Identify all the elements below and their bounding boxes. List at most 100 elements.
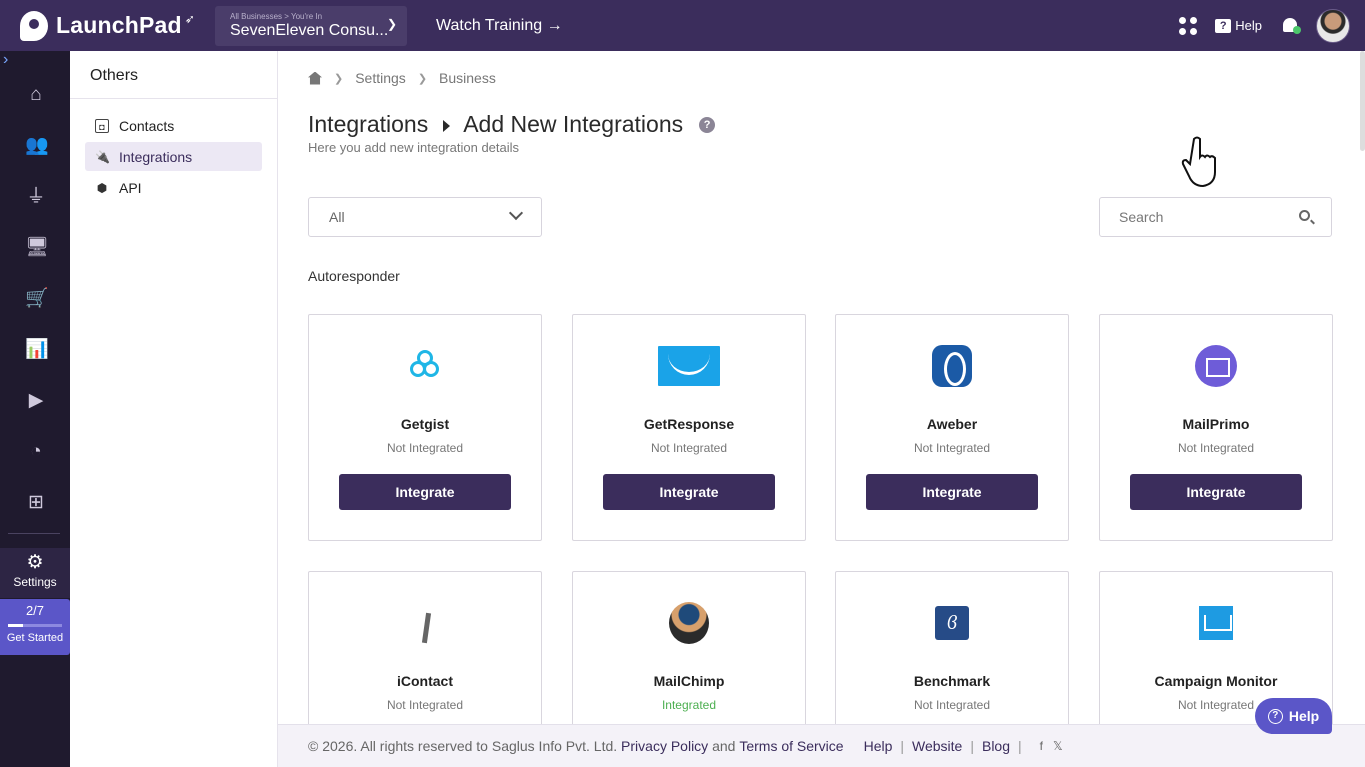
settings-subnav: Others ◘ Contacts 🔌 Integrations ⬢ API — [70, 51, 278, 767]
apps-grid-icon[interactable] — [1179, 16, 1198, 35]
business-switcher[interactable]: All Businesses > You're In SevenEleven C… — [215, 5, 407, 46]
card-name: MailChimp — [653, 673, 725, 689]
getresponse-logo-icon — [657, 345, 721, 387]
contacts-icon[interactable]: 👥 — [25, 135, 49, 157]
help-button[interactable]: ? Help — [1215, 18, 1262, 33]
benchmark-logo-icon: ϐ — [920, 602, 984, 644]
expand-nav-icon[interactable]: › — [3, 51, 8, 69]
plug-icon: 🔌 — [95, 149, 110, 164]
facebook-icon[interactable]: f — [1040, 739, 1043, 753]
get-started-widget[interactable]: 2/7 Get Started — [0, 599, 70, 655]
footer-separator: | — [970, 738, 974, 754]
terms-link[interactable]: Terms of Service — [739, 738, 843, 754]
page-subtitle: Here you add new integration details — [308, 140, 520, 155]
get-started-progress — [8, 624, 62, 627]
footer-help-link[interactable]: Help — [864, 738, 893, 754]
question-icon[interactable]: ? — [699, 116, 716, 133]
integration-card-benchmark: ϐ Benchmark Not Integrated — [835, 571, 1069, 724]
card-name: Benchmark — [913, 673, 991, 689]
card-name: GetResponse — [643, 416, 735, 432]
integrate-button[interactable]: Integrate — [339, 474, 511, 510]
hand-cursor-icon — [1181, 136, 1216, 187]
analytics-icon[interactable]: 📊 — [25, 339, 49, 361]
top-bar: LaunchPad ➶ All Businesses > You're In S… — [0, 0, 1365, 51]
card-status: Not Integrated — [913, 441, 991, 455]
home-icon[interactable] — [308, 71, 322, 85]
aweber-logo-icon — [920, 345, 984, 387]
integrate-button[interactable]: Integrate — [866, 474, 1038, 510]
filter-value: All — [329, 209, 345, 225]
rocket-icon: ➶ — [184, 11, 195, 26]
category-filter-select[interactable]: All — [308, 197, 542, 237]
integrate-button[interactable]: Integrate — [1130, 474, 1302, 510]
get-started-count: 2/7 — [25, 603, 45, 618]
brand-name: LaunchPad — [56, 12, 182, 38]
chevron-down-icon — [508, 205, 524, 221]
subnav-title: Others — [70, 51, 277, 99]
watch-training-link[interactable]: Watch Training → — [436, 17, 563, 35]
footer: © 2026. All rights reserved to Saglus In… — [278, 724, 1365, 767]
card-status: Integrated — [661, 698, 717, 712]
card-status: Not Integrated — [386, 698, 464, 712]
breadcrumb-separator: ❯ — [334, 72, 344, 85]
add-app-icon[interactable]: ⊞ — [25, 492, 47, 514]
card-name: Campaign Monitor — [1154, 673, 1278, 689]
card-status: Not Integrated — [650, 441, 728, 455]
footer-blog-link[interactable]: Blog — [982, 738, 1010, 754]
help-icon: ? — [1215, 18, 1232, 33]
card-status: Not Integrated — [386, 441, 464, 455]
cube-icon: ⬢ — [96, 180, 108, 195]
launchpad-logo-icon — [20, 10, 48, 41]
page-title: Integrations Add New Integrations ? — [308, 111, 716, 138]
nav-divider — [8, 533, 60, 534]
card-status: Not Integrated — [1177, 441, 1255, 455]
play-icon[interactable]: ▶ — [25, 390, 47, 412]
breadcrumb-separator: ❯ — [417, 72, 428, 85]
card-name: Getgist — [400, 416, 450, 432]
subnav-item-contacts[interactable]: ◘ Contacts — [85, 111, 262, 140]
funnel-icon[interactable]: ⏚ — [25, 186, 47, 208]
page-title-main[interactable]: Integrations — [308, 111, 428, 138]
floating-help-button[interactable]: ? Help — [1255, 698, 1332, 734]
business-name: SevenEleven Consu... — [230, 21, 389, 39]
user-avatar[interactable] — [1316, 8, 1350, 43]
search-input[interactable] — [1100, 198, 1280, 236]
webinar-icon[interactable]: 🖥 — [25, 237, 49, 259]
breadcrumb-business[interactable]: Business — [439, 70, 496, 86]
launchpad-logo[interactable]: LaunchPad ➶ — [20, 10, 210, 41]
integration-card-icontact: iContact Not Integrated — [308, 571, 542, 724]
card-status: Not Integrated — [913, 698, 991, 712]
search-box — [1099, 197, 1332, 237]
subnav-item-api[interactable]: ⬢ API — [85, 173, 262, 202]
question-icon: ? — [1267, 708, 1283, 724]
notification-bell-icon[interactable] — [1282, 17, 1301, 35]
footer-separator: | — [900, 738, 905, 754]
page-title-sub: Add New Integrations — [463, 111, 684, 137]
footer-website-link[interactable]: Website — [912, 738, 962, 754]
search-icon[interactable] — [1299, 210, 1310, 221]
privacy-policy-link[interactable]: Privacy Policy — [621, 738, 708, 754]
help-label: Help — [1235, 18, 1262, 33]
subnav-item-integrations[interactable]: 🔌 Integrations — [85, 142, 262, 171]
nav-settings[interactable]: ⚙ Settings — [0, 548, 70, 598]
caret-right-icon — [443, 119, 451, 132]
subnav-item-label: API — [119, 179, 142, 196]
integration-card-getresponse: GetResponse Not Integrated Integrate — [572, 314, 806, 541]
subnav-item-label: Contacts — [119, 117, 175, 134]
home-icon[interactable]: ⌂ — [25, 84, 47, 106]
campaign-monitor-logo-icon — [1184, 602, 1248, 644]
integration-card-aweber: Aweber Not Integrated Integrate — [835, 314, 1069, 541]
x-twitter-icon[interactable]: 𝕏 — [1053, 739, 1063, 753]
integrate-button[interactable]: Integrate — [603, 474, 775, 510]
cart-icon[interactable]: 🛒 — [25, 288, 49, 310]
business-switcher-caption: All Businesses > You're In — [230, 11, 323, 21]
icontact-logo-icon — [393, 602, 457, 644]
chevron-down-icon: ❯ — [386, 16, 397, 31]
card-name: iContact — [397, 673, 453, 689]
section-label-autoresponder: Autoresponder — [308, 268, 400, 284]
settings-label: Settings — [13, 575, 57, 589]
page-scrollbar[interactable] — [1360, 51, 1365, 151]
breadcrumb-settings[interactable]: Settings — [355, 70, 406, 86]
dashboard-icon[interactable]: ◔ — [25, 441, 47, 463]
card-name: MailPrimo — [1182, 416, 1250, 432]
